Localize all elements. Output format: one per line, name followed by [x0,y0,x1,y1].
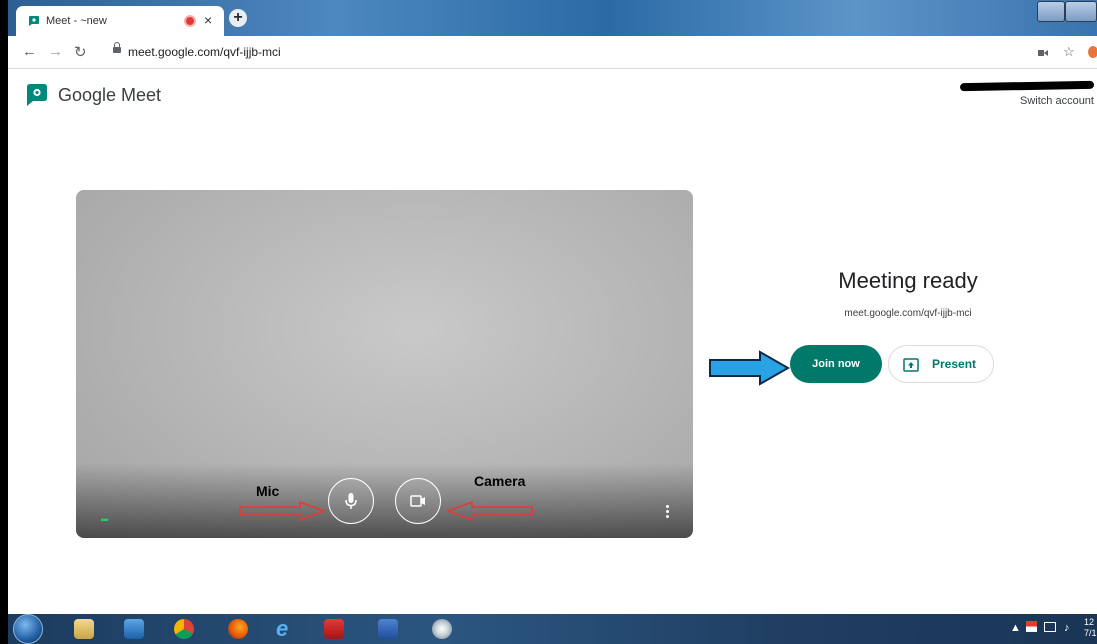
clock-date: 7/1 [1084,628,1097,638]
mic-annotation-arrow-icon [239,500,327,522]
url-field[interactable]: meet.google.com/qvf-ijjb-mci [128,45,281,59]
camera-toggle-button[interactable] [395,478,441,524]
recording-indicator-icon [186,17,194,25]
video-camera-icon [410,495,425,507]
meeting-url: meet.google.com/qvf-ijjb-mci [844,308,972,319]
bookmark-star-icon[interactable]: ☆ [1063,44,1075,60]
present-button-label: Present [932,357,977,371]
camera-annotation-label: Camera [474,473,526,489]
media-player-taskbar-icon[interactable] [114,617,154,641]
camera-in-use-icon[interactable] [1038,49,1048,57]
minimize-button[interactable] [1037,1,1065,22]
extension-icon[interactable] [1088,46,1097,58]
audio-level-indicator: ... [100,508,109,525]
reload-icon[interactable]: ↻ [74,43,87,61]
taskbar-clock[interactable]: 12 7/1 [1084,617,1097,639]
screenshot-frame: Meet - ~new × + ← → ↻ meet.google.com/qv… [8,0,1097,644]
switch-account-link[interactable]: Switch account [1020,95,1094,107]
windows-start-button[interactable] [13,614,43,644]
tab-title: Meet - ~new [46,15,107,27]
chrome-taskbar-icon[interactable] [164,617,204,641]
meet-favicon-icon [29,16,39,26]
microphone-icon [345,493,357,509]
paint-taskbar-icon[interactable] [422,617,462,641]
meeting-ready-heading: Meeting ready [838,268,978,293]
present-button[interactable]: Present [888,345,994,383]
join-now-button[interactable]: Join now [790,345,882,383]
mic-toggle-button[interactable] [328,478,374,524]
network-icon[interactable] [1044,622,1056,632]
windows-taskbar: e ▲ ♪ 12 7/1 [8,614,1097,644]
maximize-button[interactable] [1065,1,1097,22]
action-center-flag-icon[interactable] [1026,621,1037,632]
word-taskbar-icon[interactable] [368,617,408,641]
more-vert-icon[interactable] [666,505,669,520]
lock-icon [113,42,121,53]
file-explorer-taskbar-icon[interactable] [64,617,104,641]
google-meet-logo-icon [27,84,47,106]
present-screen-icon [903,358,919,372]
camera-annotation-arrow-icon [445,500,533,522]
join-annotation-arrow-icon [709,350,790,386]
show-hidden-icons-icon[interactable]: ▲ [1010,622,1021,634]
tab-close-button[interactable]: × [204,12,212,28]
redacted-account-name [959,80,1095,92]
brand-name: Google Meet [58,85,162,105]
back-arrow-icon[interactable]: ← [22,43,37,60]
new-tab-button[interactable]: + [229,9,247,27]
internet-explorer-taskbar-icon[interactable]: e [266,617,306,641]
browser-tab-strip: Meet - ~new × + [8,0,1097,36]
browser-tab[interactable]: Meet - ~new × [16,6,224,36]
mic-annotation-label: Mic [256,483,280,499]
clock-time: 12 [1084,617,1095,627]
acrobat-reader-taskbar-icon[interactable] [314,617,354,641]
volume-icon[interactable]: ♪ [1064,622,1070,634]
firefox-taskbar-icon[interactable] [218,617,258,641]
video-preview [76,190,693,538]
address-bar: ← → ↻ meet.google.com/qvf-ijjb-mci ☆ [8,36,1097,69]
forward-arrow-icon[interactable]: → [48,43,63,60]
